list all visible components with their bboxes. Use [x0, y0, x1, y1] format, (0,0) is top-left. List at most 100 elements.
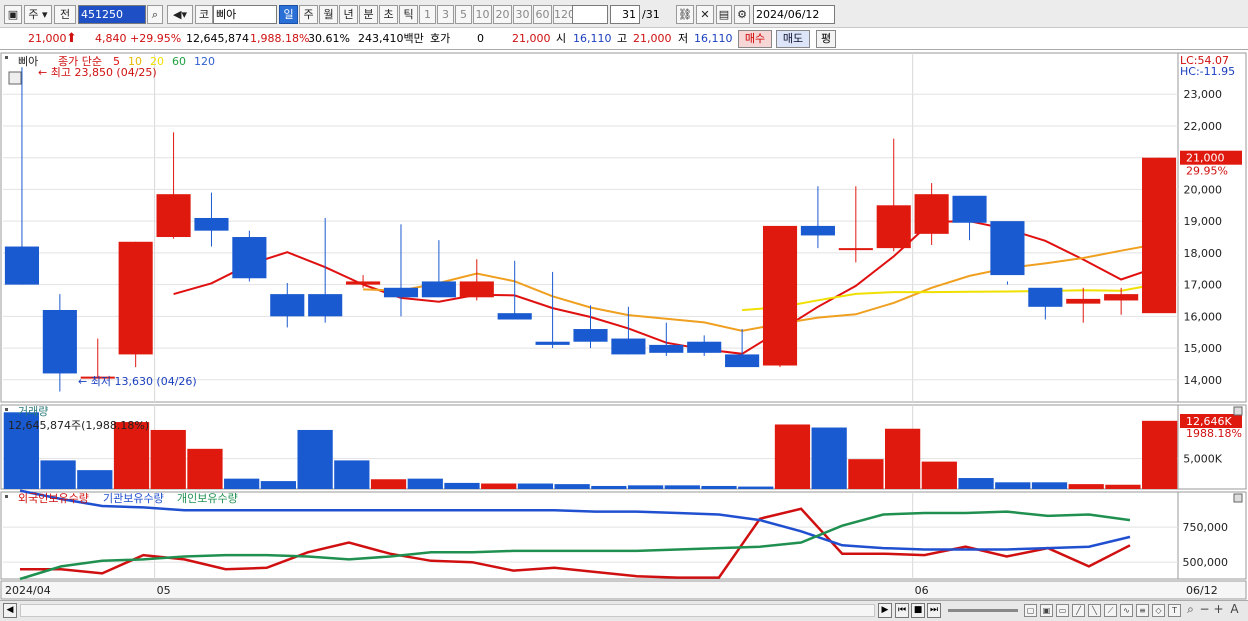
period-tab-3[interactable]: 년 — [339, 5, 358, 24]
date-input[interactable]: 2024/06/12 — [753, 5, 835, 24]
shape-tool-icon[interactable]: ◇ — [1152, 604, 1165, 617]
forward-icon[interactable]: ⏭ — [927, 603, 941, 618]
market-select-label: 주 — [28, 8, 39, 21]
ma-legend-120: 120 — [194, 55, 215, 68]
stop-icon[interactable]: ■ — [911, 603, 925, 618]
save-icon[interactable]: ▤ — [716, 5, 732, 24]
search-icon[interactable]: ⌕ — [147, 5, 163, 24]
candle-body — [497, 313, 532, 320]
sound-icon[interactable]: ◀▾ — [167, 5, 193, 24]
chart-area[interactable]: 14,000 15,000 16,000 17,000 18,000 19,000 20,0… — [0, 51, 1248, 600]
stock-name-field[interactable]: 삐아 — [213, 5, 277, 24]
price-tick-label: 19,000 — [1184, 215, 1223, 228]
fib-tool-icon[interactable]: ≡ — [1136, 604, 1149, 617]
period-tab-5[interactable]: 초 — [379, 5, 398, 24]
volume-tag-pct: 1988.18% — [1186, 427, 1242, 440]
current-price-pct: 29.95% — [1186, 165, 1228, 178]
interval-tab-3[interactable]: 3 — [437, 5, 454, 24]
volume-bar — [811, 427, 847, 489]
tool-icon-1[interactable]: ▢ — [1024, 604, 1037, 617]
zoom-out-icon[interactable]: − — [1198, 603, 1211, 617]
volume-bar — [591, 485, 627, 489]
x-label-may: 05 — [157, 584, 171, 597]
candle-body — [687, 341, 722, 353]
volume-bar — [334, 460, 370, 489]
stock-code-input[interactable]: 451250 — [78, 5, 146, 24]
period-tab-0[interactable]: 일 — [279, 5, 298, 24]
link-icon[interactable]: ⛓ — [676, 5, 694, 24]
window-menu-icon[interactable]: ▣ — [4, 5, 22, 24]
interval-tab-60[interactable]: 60 — [533, 5, 552, 24]
zoom-in-icon[interactable]: + — [1212, 603, 1225, 617]
count-total: /31 — [642, 8, 660, 21]
current-price-tag-text: 21,000 — [1186, 152, 1225, 165]
price-tick-label: 22,000 — [1184, 120, 1223, 133]
zoom-slider[interactable] — [948, 609, 1018, 612]
x-label-end: 06/12 — [1186, 584, 1218, 597]
tool-icon-2[interactable]: ▣ — [1040, 604, 1053, 617]
chart-scrollbar[interactable]: ◀ ▶ ⏮ ■ ⏭ ▢ ▣ ▭ ╱ ╲ ⟋ ∿ ≡ ◇ T ⌕ − + A — [0, 600, 1248, 621]
low-label: 저 — [678, 32, 689, 45]
sell-button[interactable]: 매도 — [776, 30, 810, 48]
interval-tab-10[interactable]: 10 — [473, 5, 492, 24]
volume-bar — [738, 486, 774, 489]
rewind-icon[interactable]: ⏮ — [895, 603, 909, 618]
volume-bar — [995, 482, 1031, 489]
market-tag: 코 — [195, 5, 213, 24]
gear-icon[interactable]: ⚙ — [734, 5, 750, 24]
trend-tool-icon[interactable]: ⟋ — [1104, 604, 1117, 617]
candle-body — [1028, 287, 1063, 307]
ma-legend-20: 20 — [150, 55, 164, 68]
x-label-june: 06 — [915, 584, 929, 597]
candle-body — [308, 294, 343, 317]
buy-button[interactable]: 매수 — [738, 30, 772, 48]
zoom-icon[interactable]: ⌕ — [1184, 603, 1197, 617]
volume-bar — [884, 428, 921, 489]
market-select[interactable]: 주 ▾ — [24, 5, 52, 24]
count-input[interactable]: 31 — [610, 5, 640, 24]
cross-cursor-icon[interactable]: ✕ — [696, 5, 714, 24]
scroll-left-icon[interactable]: ◀ — [3, 603, 17, 618]
font-size-icon[interactable]: A — [1228, 603, 1241, 617]
text-tool-icon[interactable]: T — [1168, 604, 1181, 617]
low-price: 16,110 — [694, 32, 733, 45]
candle-body — [1104, 294, 1139, 301]
volume-bar — [187, 448, 223, 489]
candle-body — [952, 195, 987, 223]
interval-tab-30[interactable]: 30 — [513, 5, 532, 24]
eval-button[interactable]: 평 — [816, 30, 836, 48]
volume-value: 12,645,874 — [186, 32, 249, 45]
count-dropdown[interactable] — [572, 5, 608, 24]
period-tab-1[interactable]: 주 — [299, 5, 318, 24]
interval-tab-20[interactable]: 20 — [493, 5, 512, 24]
volume-bar — [517, 483, 554, 489]
wave-tool-icon[interactable]: ∿ — [1120, 604, 1133, 617]
high-price: 21,000 — [633, 32, 672, 45]
ray-tool-icon[interactable]: ╲ — [1088, 604, 1101, 617]
period-tab-6[interactable]: 틱 — [399, 5, 418, 24]
candle-body — [725, 354, 760, 368]
volume-bar — [150, 429, 186, 489]
hc-value: HC:-11.95 — [1180, 65, 1235, 78]
candle-body — [762, 225, 798, 366]
interval-tab-1[interactable]: 1 — [419, 5, 436, 24]
holding-close-icon — [1233, 493, 1243, 503]
scroll-track[interactable] — [20, 604, 875, 617]
volume-bar — [40, 460, 76, 489]
volume-bar — [370, 479, 407, 489]
prev-button[interactable]: 전 — [54, 5, 76, 24]
price-tick-label: 14,000 — [1184, 374, 1223, 387]
volume-bar — [407, 478, 443, 489]
interval-tab-5[interactable]: 5 — [455, 5, 472, 24]
volume-bar — [481, 483, 517, 489]
candle-body — [232, 237, 267, 279]
holding-legend-0: 외국인보유수량 — [18, 492, 89, 505]
volume-bar — [77, 470, 113, 489]
tool-icon-3[interactable]: ▭ — [1056, 604, 1069, 617]
candle-body — [194, 217, 229, 231]
period-tab-4[interactable]: 분 — [359, 5, 378, 24]
scroll-right-icon[interactable]: ▶ — [878, 603, 892, 618]
line-tool-icon[interactable]: ╱ — [1072, 604, 1085, 617]
stock-chart[interactable]: 14,000 15,000 16,000 17,000 18,000 19,000 20,0… — [0, 51, 1248, 600]
period-tab-2[interactable]: 월 — [319, 5, 338, 24]
